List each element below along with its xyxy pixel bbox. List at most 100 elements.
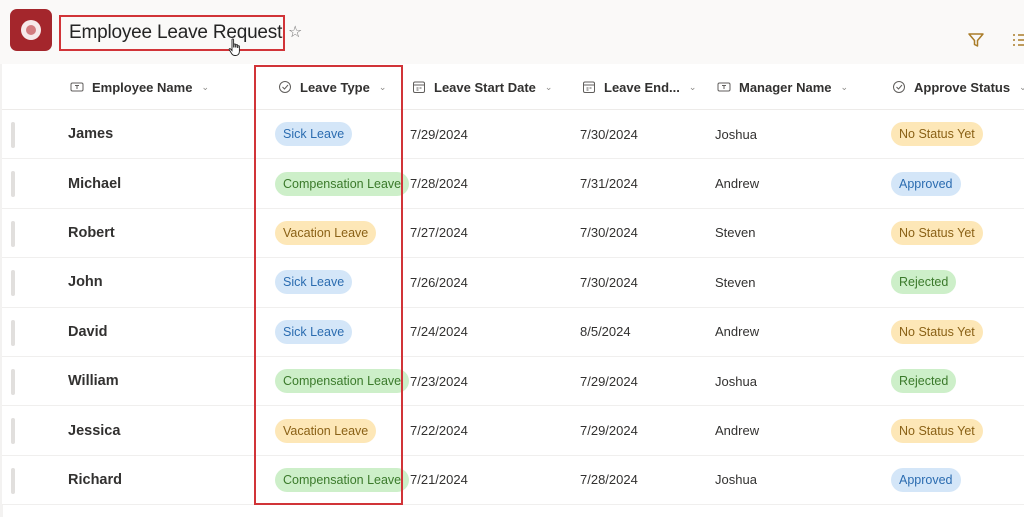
employee-name-cell[interactable]: Jessica bbox=[68, 406, 120, 454]
leave-start-date-cell[interactable]: 7/27/2024 bbox=[410, 209, 468, 257]
approve-status-cell[interactable]: No Status Yet bbox=[891, 308, 983, 356]
leave-type-cell[interactable]: Vacation Leave bbox=[275, 209, 377, 257]
filter-icon[interactable] bbox=[966, 30, 986, 50]
approve-status-cell[interactable]: No Status Yet bbox=[891, 209, 983, 257]
leave-end-date-cell[interactable]: 7/30/2024 bbox=[580, 209, 638, 257]
approve-status-cell[interactable]: Approved bbox=[891, 456, 961, 504]
chevron-down-icon[interactable]: ⌄ bbox=[545, 82, 553, 93]
row-select-handle[interactable] bbox=[11, 122, 15, 148]
leave-start-date-cell[interactable]: 7/26/2024 bbox=[410, 258, 468, 306]
approve-status-cell[interactable]: Approved bbox=[891, 159, 961, 207]
manager-name-cell[interactable]: Joshua bbox=[715, 357, 757, 405]
row-select-handle[interactable] bbox=[11, 467, 15, 494]
leave-type-cell[interactable]: Vacation Leave bbox=[275, 406, 377, 454]
leave-end-date: 7/30/2024 bbox=[580, 225, 638, 241]
manager-name: Joshua bbox=[715, 126, 757, 142]
list-header-bar: Employee Leave Request ☆ bbox=[0, 0, 1024, 64]
leave-end-date: 7/31/2024 bbox=[580, 176, 638, 192]
column-header-leave-start-date[interactable]: Leave Start Date ⌄ bbox=[412, 64, 552, 110]
employee-name-cell[interactable]: Michael bbox=[68, 159, 121, 207]
column-header-manager-name[interactable]: Manager Name ⌄ bbox=[717, 64, 848, 110]
leave-type-cell[interactable]: Sick Leave bbox=[275, 110, 353, 158]
employee-name-cell[interactable]: David bbox=[68, 308, 108, 356]
chevron-down-icon[interactable]: ⌄ bbox=[201, 82, 209, 93]
manager-name-cell[interactable]: Joshua bbox=[715, 456, 757, 504]
approve-status-cell[interactable]: No Status Yet bbox=[891, 110, 983, 158]
app-logo-icon[interactable] bbox=[10, 9, 52, 51]
leave-type-pill: Compensation Leave bbox=[275, 467, 410, 492]
leave-end-date-cell[interactable]: 8/5/2024 bbox=[580, 308, 631, 356]
chevron-down-icon[interactable]: ⌄ bbox=[1019, 82, 1024, 93]
leave-type-pill: Sick Leave bbox=[275, 319, 353, 344]
employee-name-cell[interactable]: John bbox=[68, 258, 103, 306]
row-select-handle[interactable] bbox=[11, 368, 15, 395]
leave-type-cell[interactable]: Compensation Leave bbox=[275, 456, 410, 504]
leave-start-date: 7/22/2024 bbox=[410, 423, 468, 439]
manager-name-cell[interactable]: Steven bbox=[715, 258, 755, 306]
leave-type-cell[interactable]: Compensation Leave bbox=[275, 357, 410, 405]
leave-end-date-cell[interactable]: 7/31/2024 bbox=[580, 159, 638, 207]
leave-start-date-cell[interactable]: 7/23/2024 bbox=[410, 357, 468, 405]
manager-name-cell[interactable]: Andrew bbox=[715, 159, 759, 207]
approve-status-cell[interactable]: Rejected bbox=[891, 357, 957, 405]
manager-name-cell[interactable]: Andrew bbox=[715, 406, 759, 454]
leave-type-pill: Sick Leave bbox=[275, 270, 353, 295]
manager-name: Steven bbox=[715, 274, 756, 290]
leave-end-date-cell[interactable]: 7/29/2024 bbox=[580, 357, 638, 405]
approve-status-cell[interactable]: No Status Yet bbox=[891, 406, 983, 454]
leave-start-date-cell[interactable]: 7/24/2024 bbox=[410, 308, 468, 356]
manager-name: Andrew bbox=[715, 324, 760, 340]
leave-start-date-cell[interactable]: 7/22/2024 bbox=[410, 406, 468, 454]
manager-name-cell[interactable]: Andrew bbox=[715, 308, 759, 356]
leave-type-cell[interactable]: Sick Leave bbox=[275, 308, 353, 356]
leave-type-cell[interactable]: Sick Leave bbox=[275, 258, 353, 306]
manager-name-cell[interactable]: Steven bbox=[715, 209, 755, 257]
row-select-handle[interactable] bbox=[11, 171, 15, 198]
leave-end-date-cell[interactable]: 7/30/2024 bbox=[580, 258, 638, 306]
chevron-down-icon[interactable]: ⌄ bbox=[379, 82, 387, 93]
leave-start-date-cell[interactable]: 7/29/2024 bbox=[410, 110, 468, 158]
manager-name-cell[interactable]: Joshua bbox=[715, 110, 757, 158]
chevron-down-icon[interactable]: ⌄ bbox=[840, 82, 848, 93]
leave-end-date-cell[interactable]: 7/29/2024 bbox=[580, 406, 638, 454]
row-select-handle[interactable] bbox=[11, 319, 15, 346]
table-row[interactable]: John Sick Leave 7/26/2024 7/30/2024 Stev… bbox=[2, 258, 1024, 308]
approve-status-cell[interactable]: Rejected bbox=[891, 258, 957, 306]
row-select-handle[interactable] bbox=[11, 270, 15, 297]
leave-end-date: 7/30/2024 bbox=[580, 126, 638, 142]
list-title[interactable]: Employee Leave Request bbox=[69, 22, 282, 44]
table-row[interactable]: Jessica Vacation Leave 7/22/2024 7/29/20… bbox=[2, 406, 1024, 456]
column-header-leave-end-date[interactable]: Leave End... ⌄ bbox=[582, 64, 696, 110]
column-header-leave-type[interactable]: Leave Type ⌄ bbox=[278, 64, 386, 110]
employee-name-cell[interactable]: William bbox=[68, 357, 119, 405]
leave-end-date: 8/5/2024 bbox=[580, 324, 631, 340]
leave-end-date-cell[interactable]: 7/30/2024 bbox=[580, 110, 638, 158]
table-row[interactable]: Robert Vacation Leave 7/27/2024 7/30/202… bbox=[2, 208, 1024, 259]
table-row[interactable]: David Sick Leave 7/24/2024 8/5/2024 Andr… bbox=[2, 307, 1024, 357]
row-select-handle[interactable] bbox=[11, 418, 15, 445]
employee-name-cell[interactable]: Robert bbox=[68, 209, 115, 257]
employee-name: Richard bbox=[68, 471, 122, 488]
row-select-handle[interactable] bbox=[11, 220, 15, 247]
chevron-down-icon[interactable]: ⌄ bbox=[689, 82, 697, 93]
leave-start-date-cell[interactable]: 7/21/2024 bbox=[410, 456, 468, 504]
leave-start-date-cell[interactable]: 7/28/2024 bbox=[410, 159, 468, 207]
leave-end-date-cell[interactable]: 7/28/2024 bbox=[580, 456, 638, 504]
leave-type-cell[interactable]: Compensation Leave bbox=[275, 159, 410, 207]
column-header-employee-name[interactable]: Employee Name ⌄ bbox=[70, 64, 209, 110]
calendar-icon bbox=[412, 80, 426, 94]
table-row[interactable]: Richard Compensation Leave 7/21/2024 7/2… bbox=[2, 455, 1024, 506]
column-header-approve-status[interactable]: Approve Status ⌄ bbox=[892, 64, 1024, 110]
table-row[interactable]: William Compensation Leave 7/23/2024 7/2… bbox=[2, 356, 1024, 407]
manager-name: Joshua bbox=[715, 472, 757, 488]
employee-name-cell[interactable]: James bbox=[68, 110, 113, 158]
table-row[interactable]: James Sick Leave 7/29/2024 7/30/2024 Jos… bbox=[2, 110, 1024, 160]
star-icon[interactable]: ☆ bbox=[288, 22, 302, 42]
employee-name: William bbox=[68, 373, 119, 390]
data-grid: Employee Name ⌄ Leave Type ⌄ Leave Start… bbox=[2, 64, 1024, 506]
title-highlight-box: Employee Leave Request bbox=[59, 15, 285, 51]
employee-name-cell[interactable]: Richard bbox=[68, 456, 122, 504]
employee-name: James bbox=[68, 126, 114, 143]
list-view-icon[interactable] bbox=[1010, 30, 1024, 50]
table-row[interactable]: Michael Compensation Leave 7/28/2024 7/3… bbox=[2, 159, 1024, 209]
